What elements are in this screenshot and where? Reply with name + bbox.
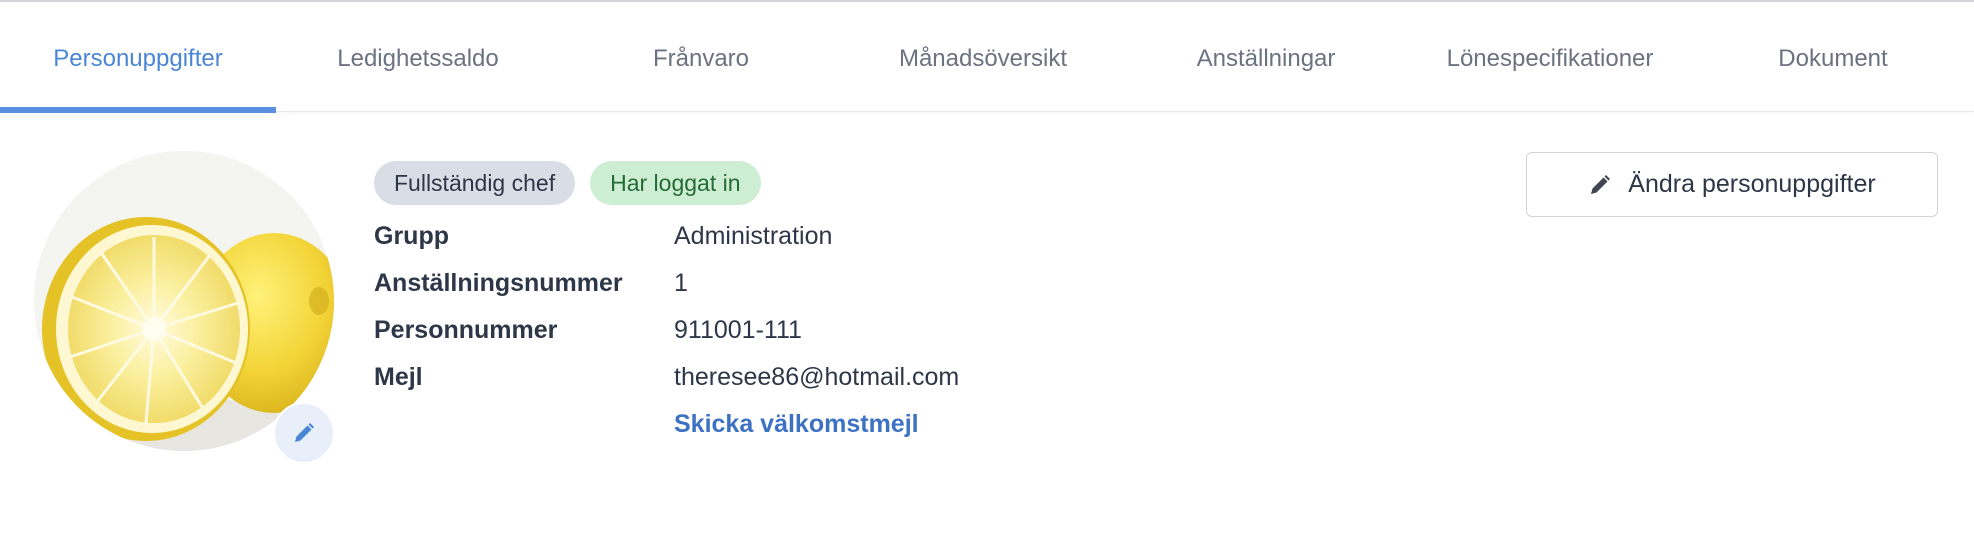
field-value: 1 (674, 269, 688, 297)
tab-lonespecifikationer[interactable]: Lönespecifikationer (1408, 5, 1692, 112)
field-label: Anställningsnummer (374, 269, 623, 297)
field-row-personnummer: Personnummer 911001-111 (374, 307, 959, 354)
edit-personal-info-button[interactable]: Ändra personuppgifter (1526, 152, 1938, 217)
field-row-welcome: Skicka välkomstmejl (374, 401, 959, 448)
pencil-icon (295, 423, 314, 442)
employee-profile-page: Personuppgifter Ledighetssaldo Frånvaro … (0, 0, 1974, 540)
field-row-anstallningsnummer: Anställningsnummer 1 (374, 260, 959, 307)
avatar-edit-button[interactable] (273, 402, 335, 464)
field-row-mejl: Mejl theresee86@hotmail.com (374, 354, 959, 401)
field-value: theresee86@hotmail.com (674, 363, 960, 391)
login-status-badge: Har loggat in (590, 161, 761, 205)
tab-ledighetssaldo[interactable]: Ledighetssaldo (276, 5, 560, 112)
field-value: 911001-111 (674, 316, 802, 344)
tab-franvaro[interactable]: Frånvaro (560, 5, 842, 112)
field-label: Grupp (374, 222, 449, 250)
field-label: Mejl (374, 363, 423, 391)
profile-details: Grupp Administration Anställningsnummer … (374, 213, 959, 448)
tab-dokument[interactable]: Dokument (1692, 5, 1974, 112)
edit-personal-info-label: Ändra personuppgifter (1628, 170, 1876, 198)
pencil-icon (1591, 174, 1611, 194)
field-label: Personnummer (374, 316, 558, 344)
role-badge: Fullständig chef (374, 161, 576, 205)
tab-personuppgifter[interactable]: Personuppgifter (0, 5, 276, 113)
field-value: Administration (674, 222, 833, 250)
send-welcome-email-link[interactable]: Skicka välkomstmejl (674, 410, 919, 439)
tab-manadsoversikt[interactable]: Månadsöversikt (842, 5, 1124, 112)
field-row-grupp: Grupp Administration (374, 213, 959, 260)
profile-tabs: Personuppgifter Ledighetssaldo Frånvaro … (0, 5, 1974, 113)
tab-anstallningar[interactable]: Anställningar (1124, 5, 1408, 112)
profile-badges: Fullständig chef Har loggat in (374, 161, 761, 205)
